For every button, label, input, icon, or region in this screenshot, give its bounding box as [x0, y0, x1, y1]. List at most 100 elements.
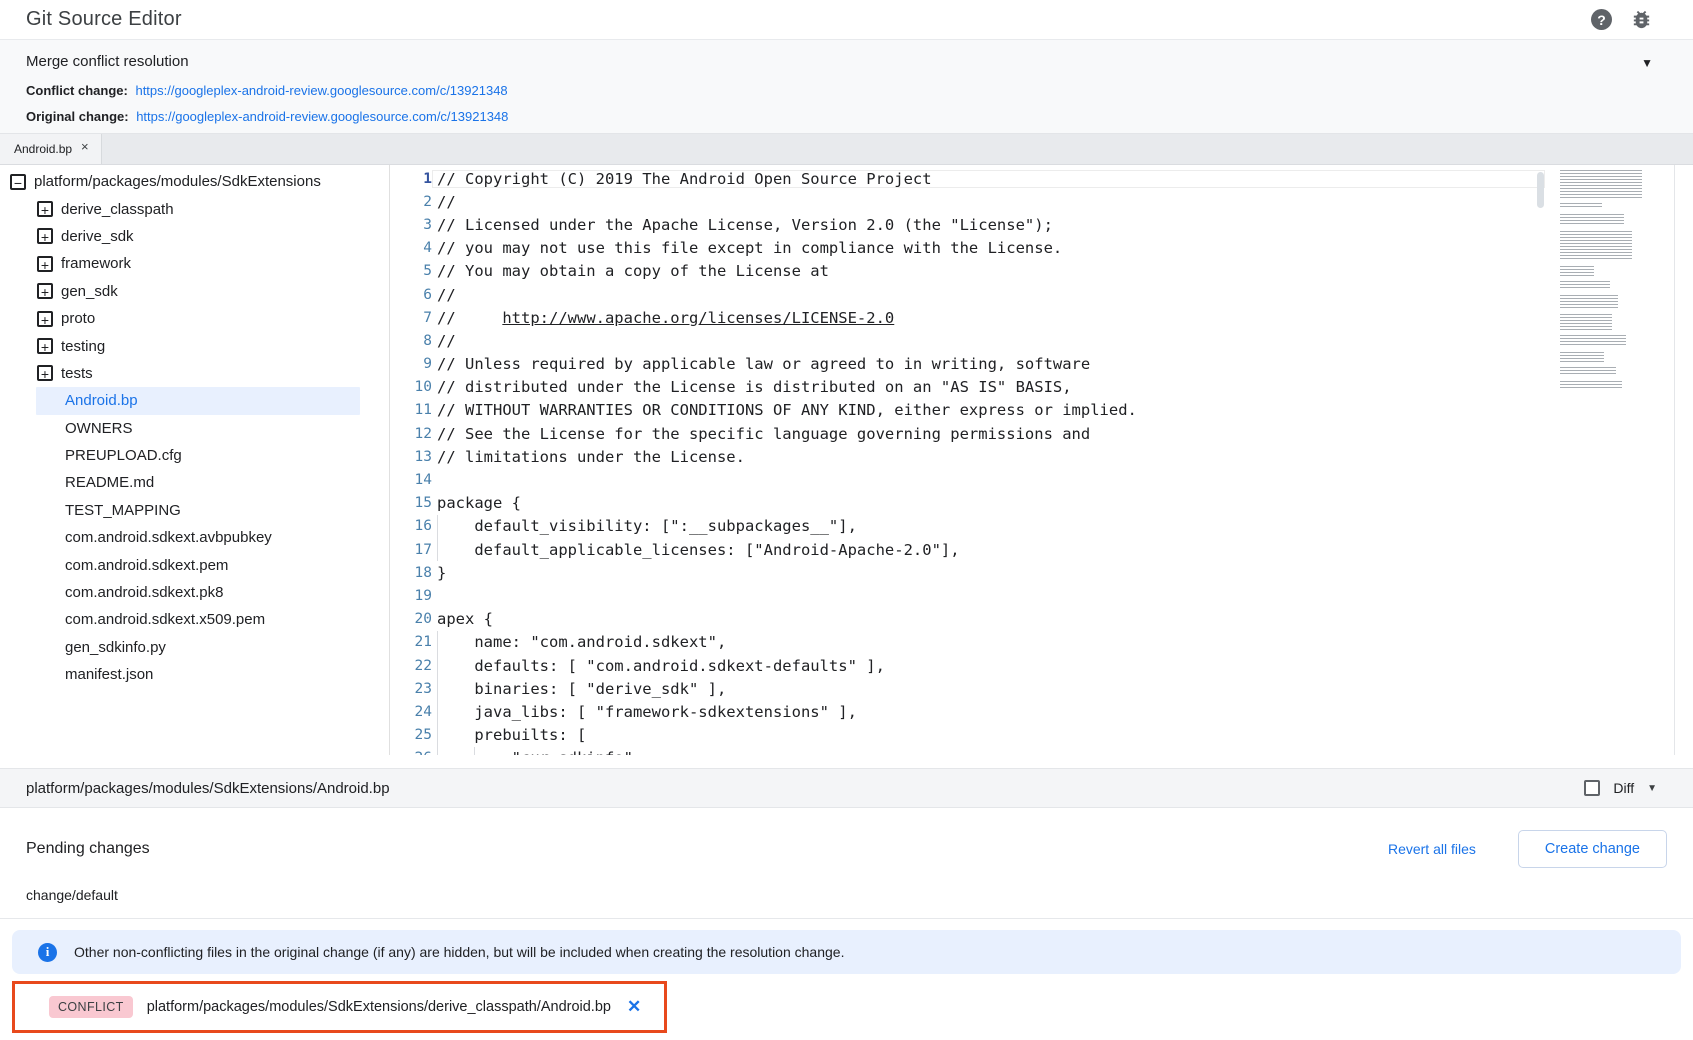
line-number[interactable]: 20 — [390, 611, 432, 627]
line-number[interactable]: 8 — [390, 333, 432, 349]
line-number[interactable]: 26 — [390, 750, 432, 755]
tree-file-manifest-json[interactable]: manifest.json — [36, 661, 360, 688]
code-line[interactable]: 14 — [390, 468, 1545, 491]
code-line[interactable]: 11// WITHOUT WARRANTIES OR CONDITIONS OF… — [390, 399, 1545, 422]
file-label: com.android.sdkext.pk8 — [65, 584, 223, 601]
conflict-change-link[interactable]: https://googleplex-android-review.google… — [135, 83, 507, 98]
line-number[interactable]: 6 — [390, 287, 432, 303]
code-text: default_visibility: [":__subpackages__"]… — [432, 517, 1545, 535]
main-area: − platform/packages/modules/SdkExtension… — [0, 165, 1693, 755]
code-line[interactable]: 13// limitations under the License. — [390, 445, 1545, 468]
code-line[interactable]: 24 java_libs: [ "framework-sdkextensions… — [390, 700, 1545, 723]
code-line[interactable]: 19 — [390, 584, 1545, 607]
tab-android-bp[interactable]: Android.bp × — [0, 134, 102, 164]
code-line[interactable]: 2// — [390, 190, 1545, 213]
revert-all-files-link[interactable]: Revert all files — [1388, 841, 1476, 857]
line-number[interactable]: 22 — [390, 658, 432, 674]
code-text: // distributed under the License is dist… — [432, 378, 1545, 396]
line-number[interactable]: 11 — [390, 402, 432, 418]
line-number[interactable]: 15 — [390, 495, 432, 511]
line-number[interactable]: 16 — [390, 518, 432, 534]
tree-folder-proto[interactable]: + proto — [0, 305, 389, 332]
line-number[interactable]: 7 — [390, 310, 432, 326]
tree-file-gen-sdkinfo-py[interactable]: gen_sdkinfo.py — [36, 634, 360, 661]
code-line[interactable]: 21 name: "com.android.sdkext", — [390, 631, 1545, 654]
editor-scrollbar-thumb[interactable] — [1537, 172, 1544, 208]
bug-report-icon[interactable] — [1630, 8, 1653, 31]
remove-conflict-file-icon[interactable]: ✕ — [627, 997, 641, 1017]
code-line[interactable]: 4// you may not use this file except in … — [390, 237, 1545, 260]
line-number[interactable]: 2 — [390, 194, 432, 210]
line-number[interactable]: 24 — [390, 704, 432, 720]
diff-dropdown-caret-icon[interactable]: ▼ — [1647, 783, 1657, 794]
line-number[interactable]: 3 — [390, 217, 432, 233]
tree-file-pem[interactable]: com.android.sdkext.pem — [36, 551, 360, 578]
original-change-link[interactable]: https://googleplex-android-review.google… — [136, 109, 508, 124]
tree-file-preupload-cfg[interactable]: PREUPLOAD.cfg — [36, 442, 360, 469]
code-line[interactable]: 17 default_applicable_licenses: ["Androi… — [390, 538, 1545, 561]
line-number[interactable]: 4 — [390, 240, 432, 256]
line-number[interactable]: 14 — [390, 472, 432, 488]
expand-icon[interactable]: + — [37, 365, 53, 381]
expand-icon[interactable]: + — [37, 256, 53, 272]
minimap[interactable] — [1560, 170, 1656, 394]
code-line[interactable]: 6// — [390, 283, 1545, 306]
tree-root[interactable]: − platform/packages/modules/SdkExtension… — [0, 168, 389, 195]
code-line[interactable]: 26 "cur_sdkinfo" — [390, 747, 1545, 755]
tree-file-owners[interactable]: OWNERS — [36, 415, 360, 442]
tree-folder-gen-sdk[interactable]: + gen_sdk — [0, 278, 389, 305]
diff-checkbox[interactable] — [1584, 780, 1600, 796]
tree-file-x509-pem[interactable]: com.android.sdkext.x509.pem — [36, 606, 360, 633]
conflict-annotation-box: CONFLICT platform/packages/modules/SdkEx… — [12, 981, 667, 1033]
code-line[interactable]: 15package { — [390, 492, 1545, 515]
tree-file-pk8[interactable]: com.android.sdkext.pk8 — [36, 579, 360, 606]
code-line[interactable]: 1// Copyright (C) 2019 The Android Open … — [390, 167, 1545, 190]
code-editor[interactable]: 1// Copyright (C) 2019 The Android Open … — [390, 165, 1545, 755]
line-number[interactable]: 1 — [390, 171, 432, 187]
code-line[interactable]: 20apex { — [390, 608, 1545, 631]
create-change-button[interactable]: Create change — [1518, 830, 1667, 868]
line-number[interactable]: 21 — [390, 634, 432, 650]
tree-file-android-bp[interactable]: Android.bp — [36, 387, 360, 414]
line-number[interactable]: 23 — [390, 681, 432, 697]
code-line[interactable]: 12// See the License for the specific la… — [390, 422, 1545, 445]
line-number[interactable]: 18 — [390, 565, 432, 581]
collapse-panel-caret-icon[interactable]: ▼ — [1641, 56, 1653, 70]
code-line[interactable]: 3// Licensed under the Apache License, V… — [390, 213, 1545, 236]
line-number[interactable]: 19 — [390, 588, 432, 604]
code-line[interactable]: 18} — [390, 561, 1545, 584]
code-line[interactable]: 10// distributed under the License is di… — [390, 376, 1545, 399]
code-line[interactable]: 22 defaults: [ "com.android.sdkext-defau… — [390, 654, 1545, 677]
line-number[interactable]: 9 — [390, 356, 432, 372]
code-line[interactable]: 7// http://www.apache.org/licenses/LICEN… — [390, 306, 1545, 329]
tree-folder-derive-classpath[interactable]: + derive_classpath — [0, 195, 389, 222]
code-line[interactable]: 8// — [390, 329, 1545, 352]
line-number[interactable]: 17 — [390, 542, 432, 558]
code-line[interactable]: 23 binaries: [ "derive_sdk" ], — [390, 677, 1545, 700]
line-number[interactable]: 5 — [390, 263, 432, 279]
line-number[interactable]: 25 — [390, 727, 432, 743]
code-line[interactable]: 9// Unless required by applicable law or… — [390, 353, 1545, 376]
tree-folder-derive-sdk[interactable]: + derive_sdk — [0, 223, 389, 250]
line-number[interactable]: 12 — [390, 426, 432, 442]
tree-folder-tests[interactable]: + tests — [0, 360, 389, 387]
tree-file-avbpubkey[interactable]: com.android.sdkext.avbpubkey — [36, 524, 360, 551]
expand-icon[interactable]: + — [37, 338, 53, 354]
tree-folder-framework[interactable]: + framework — [0, 250, 389, 277]
info-banner-text: Other non-conflicting files in the origi… — [74, 944, 844, 960]
expand-icon[interactable]: + — [37, 283, 53, 299]
tab-close-icon[interactable]: × — [81, 139, 89, 154]
code-line[interactable]: 25 prebuilts: [ — [390, 724, 1545, 747]
tree-file-test-mapping[interactable]: TEST_MAPPING — [36, 497, 360, 524]
expand-icon[interactable]: + — [37, 311, 53, 327]
code-line[interactable]: 5// You may obtain a copy of the License… — [390, 260, 1545, 283]
expand-icon[interactable]: + — [37, 201, 53, 217]
collapse-icon[interactable]: − — [10, 174, 26, 190]
tree-folder-testing[interactable]: + testing — [0, 332, 389, 359]
help-icon[interactable]: ? — [1591, 9, 1612, 30]
expand-icon[interactable]: + — [37, 228, 53, 244]
line-number[interactable]: 10 — [390, 379, 432, 395]
code-line[interactable]: 16 default_visibility: [":__subpackages_… — [390, 515, 1545, 538]
line-number[interactable]: 13 — [390, 449, 432, 465]
tree-file-readme-md[interactable]: README.md — [36, 469, 360, 496]
